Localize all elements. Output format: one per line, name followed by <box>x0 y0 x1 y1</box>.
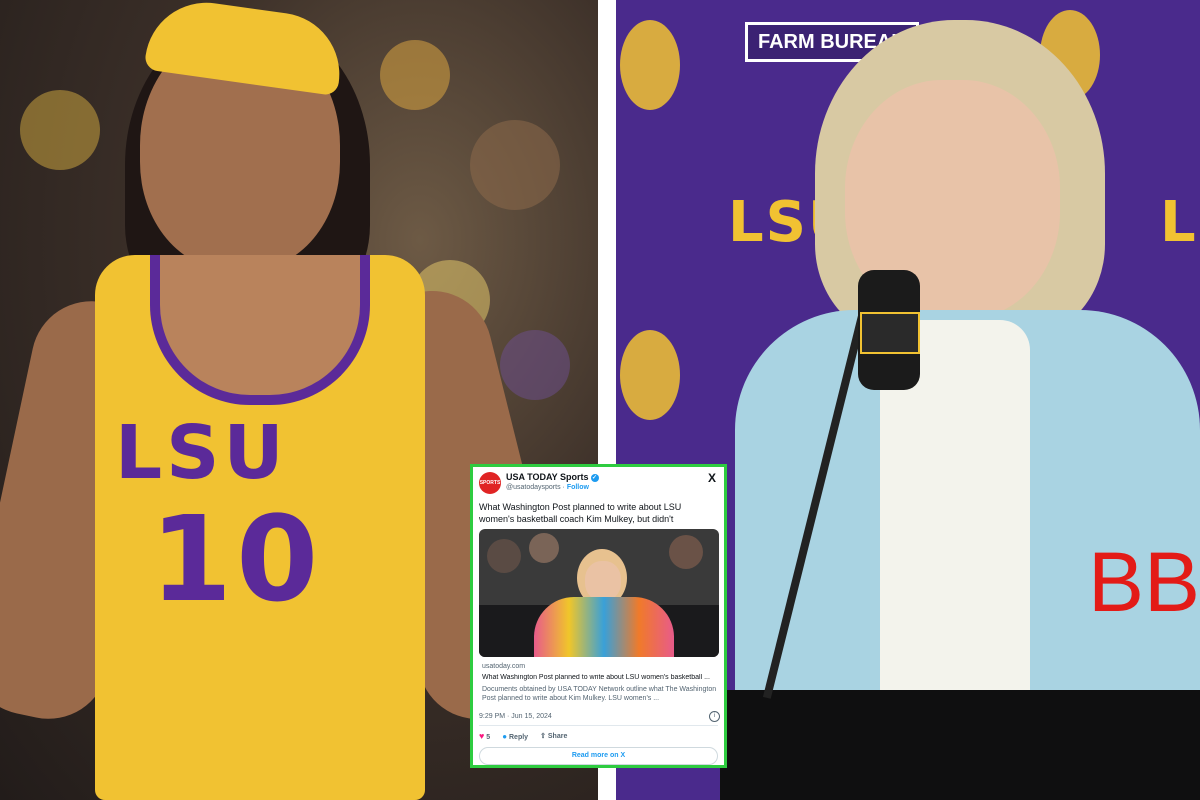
reply-button[interactable]: ● Reply <box>502 732 528 741</box>
reply-icon: ● <box>502 731 508 741</box>
follow-button[interactable]: Follow <box>567 484 589 491</box>
tiger-logo <box>620 20 680 110</box>
crowd-blur <box>500 330 570 400</box>
like-button[interactable]: ♥ 5 <box>479 731 490 741</box>
jersey-number: 10 <box>150 490 323 628</box>
microphone-flag <box>860 312 920 354</box>
heart-icon: ♥ <box>479 731 485 741</box>
share-label: Share <box>547 733 568 740</box>
background-person <box>487 539 521 573</box>
reply-label: Reply <box>509 733 529 741</box>
account-name-label[interactable]: USA TODAY Sports <box>506 472 589 482</box>
overlay-text: BB <box>1088 535 1200 629</box>
account-avatar[interactable]: SPORTS <box>479 472 501 494</box>
tweet-text: What Washington Post planned to write ab… <box>479 502 682 524</box>
tiger-logo <box>620 330 680 420</box>
share-icon: ⇧ <box>540 733 546 740</box>
tweet-timestamp[interactable]: 9:29 PM · Jun 15, 2024 <box>479 713 552 720</box>
account-name[interactable]: USA TODAY Sports ✓ <box>506 472 599 482</box>
account-handle[interactable]: @usatodaysports <box>506 484 561 491</box>
read-more-button[interactable]: Read more on X <box>479 747 718 765</box>
x-logo-icon[interactable]: X <box>708 471 716 485</box>
divider <box>479 725 718 726</box>
link-title[interactable]: What Washington Post planned to write ab… <box>482 674 718 681</box>
crowd-blur <box>20 90 100 170</box>
info-icon[interactable]: i <box>709 711 720 722</box>
background-person <box>529 533 559 563</box>
tweet-card: SPORTS USA TODAY Sports ✓ @usatodaysports… <box>470 464 727 768</box>
link-description: Documents obtained by USA TODAY Network … <box>482 686 717 702</box>
like-count: 5 <box>486 734 491 741</box>
backdrop-logo: LSU <box>1160 190 1200 255</box>
tweet-media[interactable] <box>479 529 719 657</box>
link-domain[interactable]: usatoday.com <box>482 663 525 670</box>
verified-icon: ✓ <box>590 473 599 482</box>
podium <box>720 690 1200 800</box>
background-person <box>669 535 703 569</box>
account-handle-line: @usatodaysports · Follow <box>506 484 589 491</box>
media-coach-face <box>585 561 621 601</box>
crowd-blur <box>380 40 450 110</box>
crowd-blur <box>470 120 560 210</box>
tweet-actions: ♥ 5 ● Reply ⇧ Share <box>479 731 567 741</box>
tweet-header: SPORTS USA TODAY Sports ✓ @usatodaysports… <box>479 471 718 495</box>
jersey-lettering: LSU <box>115 410 288 496</box>
share-button[interactable]: ⇧ Share <box>540 732 567 740</box>
media-coach-outfit <box>534 597 674 657</box>
